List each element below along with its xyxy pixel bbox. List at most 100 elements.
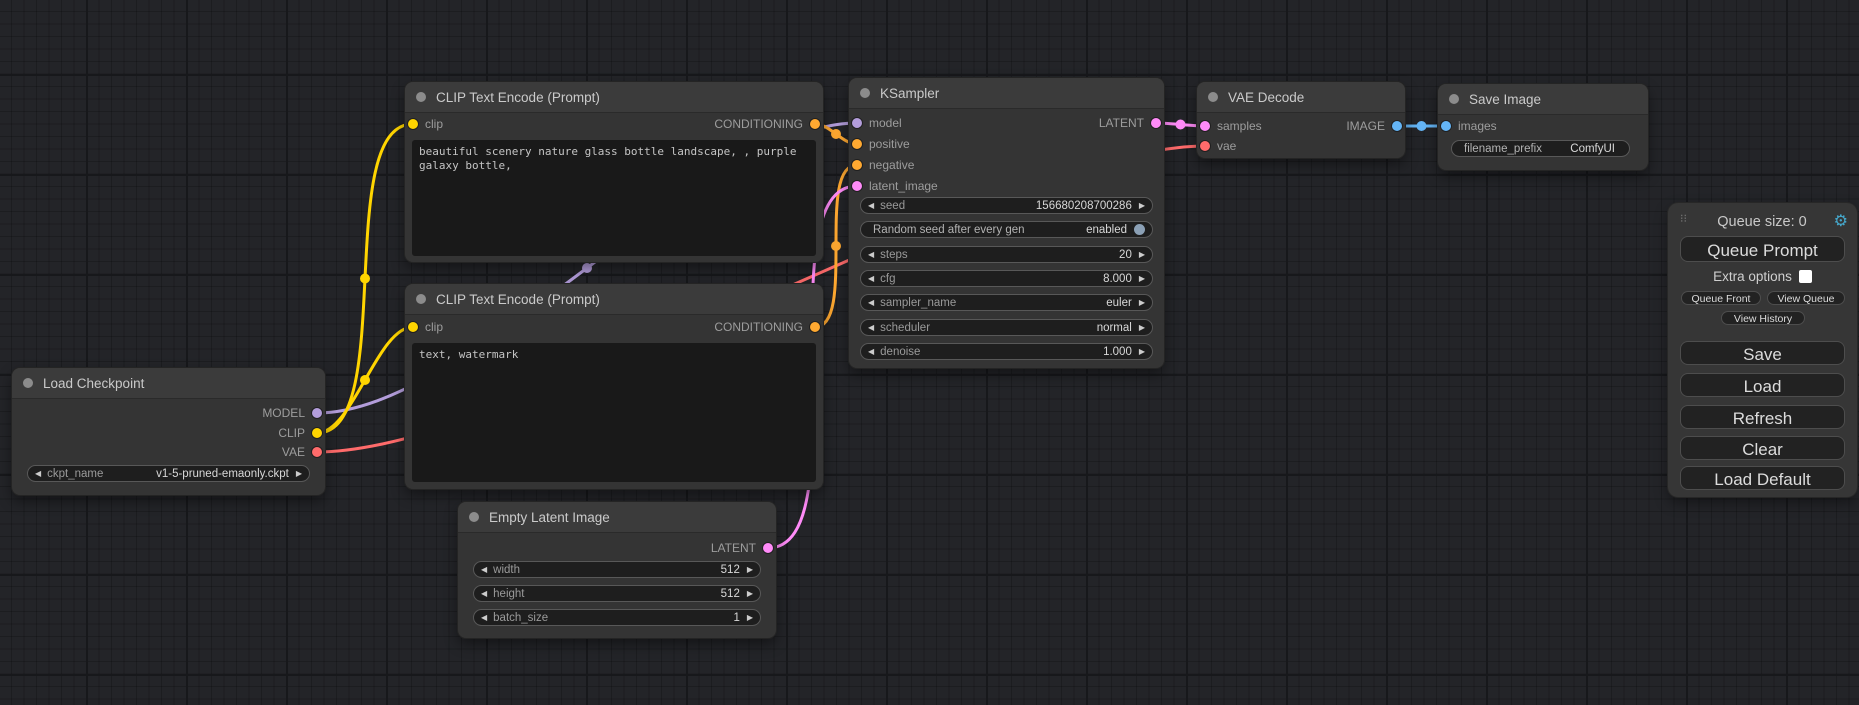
decrement-arrow-icon[interactable]: ◀ bbox=[868, 324, 874, 332]
collapse-toggle-icon[interactable] bbox=[469, 512, 479, 522]
input-port-images[interactable]: images bbox=[1441, 119, 1497, 133]
decrement-arrow-icon[interactable]: ◀ bbox=[868, 299, 874, 307]
increment-arrow-icon[interactable]: ▶ bbox=[1139, 348, 1145, 356]
port-dot-icon[interactable] bbox=[1200, 121, 1210, 131]
load-default-button[interactable]: Load Default bbox=[1680, 466, 1845, 490]
port-dot-icon[interactable] bbox=[312, 428, 322, 438]
widget-cfg[interactable]: ◀ cfg 8.000 ▶ bbox=[860, 270, 1153, 287]
input-port-clip[interactable]: clip bbox=[408, 320, 443, 334]
drag-handle-icon[interactable]: ⁝⁝ bbox=[1680, 216, 1694, 228]
decrement-arrow-icon[interactable]: ◀ bbox=[868, 275, 874, 283]
decrement-arrow-icon[interactable]: ◀ bbox=[481, 614, 487, 622]
toggle-circle-icon[interactable] bbox=[1134, 224, 1145, 235]
port-dot-icon[interactable] bbox=[1200, 141, 1210, 151]
link-midpoint-dot[interactable] bbox=[831, 129, 841, 139]
output-port-latent[interactable]: LATENT bbox=[1099, 116, 1161, 130]
node-header[interactable]: VAE Decode bbox=[1197, 82, 1405, 113]
node-clip-text-encode-positive[interactable]: CLIP Text Encode (Prompt) clip CONDITION… bbox=[405, 82, 823, 262]
input-port-negative[interactable]: negative bbox=[852, 158, 914, 172]
collapse-toggle-icon[interactable] bbox=[416, 294, 426, 304]
node-header[interactable]: Load Checkpoint bbox=[12, 368, 325, 399]
prompt-textarea[interactable]: text, watermark bbox=[412, 343, 816, 482]
widget-batch-size[interactable]: ◀ batch_size 1 ▶ bbox=[473, 609, 761, 626]
widget-scheduler[interactable]: ◀ scheduler normal ▶ bbox=[860, 319, 1153, 336]
output-port-clip[interactable]: CLIP bbox=[278, 426, 322, 440]
input-port-clip[interactable]: clip bbox=[408, 117, 443, 131]
port-dot-icon[interactable] bbox=[1151, 118, 1161, 128]
node-empty-latent-image[interactable]: Empty Latent Image LATENT ◀ width 512 ▶ … bbox=[458, 502, 776, 638]
port-dot-icon[interactable] bbox=[810, 119, 820, 129]
collapse-toggle-icon[interactable] bbox=[1208, 92, 1218, 102]
node-header[interactable]: KSampler bbox=[849, 78, 1164, 109]
node-clip-text-encode-negative[interactable]: CLIP Text Encode (Prompt) clip CONDITION… bbox=[405, 284, 823, 489]
node-save-image[interactable]: Save Image images filename_prefix ComfyU… bbox=[1438, 84, 1648, 170]
view-queue-button[interactable]: View Queue bbox=[1767, 291, 1845, 305]
input-port-model[interactable]: model bbox=[852, 116, 902, 130]
clear-button[interactable]: Clear bbox=[1680, 436, 1845, 460]
port-dot-icon[interactable] bbox=[1441, 121, 1451, 131]
node-header[interactable]: Save Image bbox=[1438, 84, 1648, 115]
widget-height[interactable]: ◀ height 512 ▶ bbox=[473, 585, 761, 602]
widget-sampler-name[interactable]: ◀ sampler_name euler ▶ bbox=[860, 294, 1153, 311]
node-header[interactable]: CLIP Text Encode (Prompt) bbox=[405, 82, 823, 113]
port-dot-icon[interactable] bbox=[852, 118, 862, 128]
increment-arrow-icon[interactable]: ▶ bbox=[747, 590, 753, 598]
port-dot-icon[interactable] bbox=[408, 322, 418, 332]
link-midpoint-dot[interactable] bbox=[360, 274, 370, 284]
collapse-toggle-icon[interactable] bbox=[416, 92, 426, 102]
port-dot-icon[interactable] bbox=[312, 447, 322, 457]
input-port-positive[interactable]: positive bbox=[852, 137, 910, 151]
collapse-toggle-icon[interactable] bbox=[23, 378, 33, 388]
queue-front-button[interactable]: Queue Front bbox=[1681, 291, 1761, 305]
node-vae-decode[interactable]: VAE Decode samples vae IMAGE bbox=[1197, 82, 1405, 158]
widget-denoise[interactable]: ◀ denoise 1.000 ▶ bbox=[860, 343, 1153, 360]
widget-ckpt-name[interactable]: ◀ ckpt_name v1-5-pruned-emaonly.ckpt ▶ bbox=[27, 465, 310, 482]
output-port-conditioning[interactable]: CONDITIONING bbox=[714, 117, 820, 131]
widget-filename-prefix[interactable]: filename_prefix ComfyUI bbox=[1451, 140, 1630, 157]
increment-arrow-icon[interactable]: ▶ bbox=[1139, 275, 1145, 283]
decrement-arrow-icon[interactable]: ◀ bbox=[481, 566, 487, 574]
collapse-toggle-icon[interactable] bbox=[860, 88, 870, 98]
output-port-model[interactable]: MODEL bbox=[262, 406, 322, 420]
node-header[interactable]: CLIP Text Encode (Prompt) bbox=[405, 284, 823, 315]
node-header[interactable]: Empty Latent Image bbox=[458, 502, 776, 533]
port-dot-icon[interactable] bbox=[852, 181, 862, 191]
decrement-arrow-icon[interactable]: ◀ bbox=[868, 251, 874, 259]
port-dot-icon[interactable] bbox=[852, 160, 862, 170]
node-load-checkpoint[interactable]: Load Checkpoint MODEL CLIP VAE ◀ ckpt_na… bbox=[12, 368, 325, 495]
output-port-conditioning[interactable]: CONDITIONING bbox=[714, 320, 820, 334]
extra-options-checkbox[interactable] bbox=[1799, 270, 1812, 283]
input-port-vae[interactable]: vae bbox=[1200, 139, 1236, 153]
link-midpoint-dot[interactable] bbox=[1417, 121, 1427, 131]
widget-random-seed-toggle[interactable]: Random seed after every gen enabled bbox=[860, 221, 1153, 238]
increment-arrow-icon[interactable]: ▶ bbox=[1139, 251, 1145, 259]
widget-width[interactable]: ◀ width 512 ▶ bbox=[473, 561, 761, 578]
input-port-latent-image[interactable]: latent_image bbox=[852, 179, 938, 193]
increment-arrow-icon[interactable]: ▶ bbox=[296, 470, 302, 478]
view-history-button[interactable]: View History bbox=[1721, 311, 1805, 325]
port-dot-icon[interactable] bbox=[312, 408, 322, 418]
decrement-arrow-icon[interactable]: ◀ bbox=[868, 348, 874, 356]
port-dot-icon[interactable] bbox=[810, 322, 820, 332]
port-dot-icon[interactable] bbox=[408, 119, 418, 129]
port-dot-icon[interactable] bbox=[763, 543, 773, 553]
increment-arrow-icon[interactable]: ▶ bbox=[747, 614, 753, 622]
increment-arrow-icon[interactable]: ▶ bbox=[747, 566, 753, 574]
decrement-arrow-icon[interactable]: ◀ bbox=[481, 590, 487, 598]
widget-steps[interactable]: ◀ steps 20 ▶ bbox=[860, 246, 1153, 263]
port-dot-icon[interactable] bbox=[1392, 121, 1402, 131]
queue-prompt-button[interactable]: Queue Prompt bbox=[1680, 236, 1845, 262]
settings-gear-icon[interactable]: ⚙ bbox=[1830, 214, 1848, 230]
increment-arrow-icon[interactable]: ▶ bbox=[1139, 324, 1145, 332]
widget-seed[interactable]: ◀ seed 156680208700286 ▶ bbox=[860, 197, 1153, 214]
output-port-latent[interactable]: LATENT bbox=[711, 541, 773, 555]
output-port-image[interactable]: IMAGE bbox=[1346, 119, 1402, 133]
decrement-arrow-icon[interactable]: ◀ bbox=[868, 202, 874, 210]
link-midpoint-dot[interactable] bbox=[360, 375, 370, 385]
refresh-button[interactable]: Refresh bbox=[1680, 405, 1845, 429]
collapse-toggle-icon[interactable] bbox=[1449, 94, 1459, 104]
increment-arrow-icon[interactable]: ▶ bbox=[1139, 299, 1145, 307]
prompt-textarea[interactable]: beautiful scenery nature glass bottle la… bbox=[412, 140, 816, 256]
link-midpoint-dot[interactable] bbox=[1176, 120, 1186, 130]
link-midpoint-dot[interactable] bbox=[582, 263, 592, 273]
